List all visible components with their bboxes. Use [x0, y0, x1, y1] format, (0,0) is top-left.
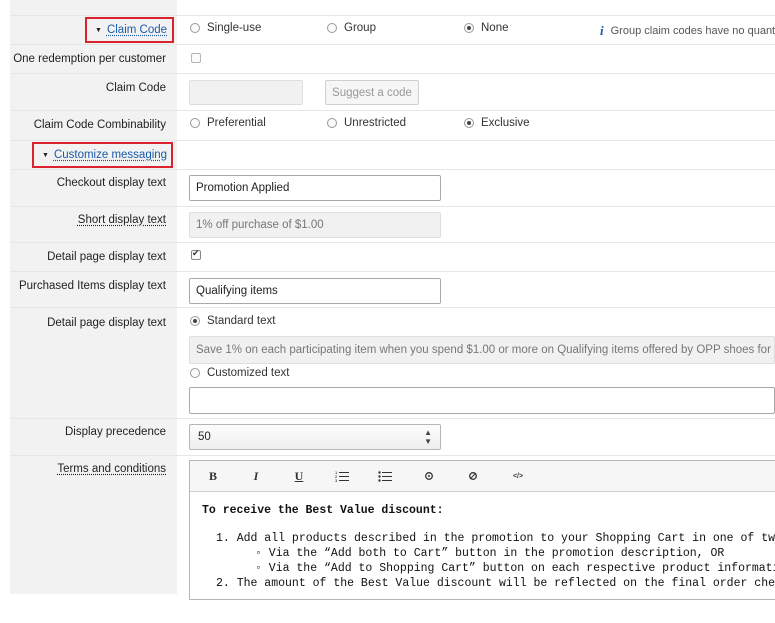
- claim-code-section-toggle[interactable]: ▼ Claim Code: [85, 17, 174, 43]
- radio-dot: [190, 23, 200, 33]
- customized-text-radio[interactable]: Customized text: [190, 367, 289, 379]
- row-divider: [10, 206, 775, 207]
- radio-dot: [190, 368, 200, 378]
- claim-type-single-use-radio[interactable]: Single-use: [190, 22, 261, 34]
- claim-type-none-radio[interactable]: None: [464, 22, 509, 34]
- one-redemption-label: One redemption per customer: [13, 53, 166, 65]
- bullet-list-icon: [378, 471, 392, 482]
- claim-code-label: Claim Code: [105, 82, 166, 94]
- radio-dot-selected: [190, 316, 200, 326]
- radio-dot-selected: [464, 118, 474, 128]
- suggest-code-button[interactable]: Suggest a code: [325, 80, 419, 105]
- ordered-list-button[interactable]: 123: [331, 466, 353, 486]
- info-text: Group claim codes have no quantity: [610, 25, 775, 37]
- triangle-down-icon: ▼: [95, 26, 102, 34]
- underline-button[interactable]: U: [288, 466, 310, 486]
- underline-icon: U: [294, 468, 304, 483]
- radio-label: Exclusive: [481, 117, 530, 129]
- claim-code-input[interactable]: [189, 80, 303, 105]
- display-precedence-label: Display precedence: [64, 426, 166, 438]
- checkout-display-input[interactable]: Promotion Applied: [189, 175, 441, 201]
- row-divider: [10, 307, 775, 308]
- row-divider: [10, 169, 775, 170]
- terms-rich-text-editor[interactable]: B I U 123 </> To receive the Best Value …: [189, 460, 775, 600]
- short-display-input[interactable]: 1% off purchase of $1.00: [189, 212, 441, 238]
- radio-label: None: [481, 22, 509, 34]
- link-button[interactable]: [418, 466, 440, 486]
- svg-text:3: 3: [335, 478, 338, 482]
- unlink-button[interactable]: [462, 466, 484, 486]
- terms-sub-item: ◦ Via the “Add to Shopping Cart” button …: [255, 562, 775, 575]
- detail-page-text-label: Detail page display text: [47, 317, 166, 329]
- bold-button[interactable]: B: [202, 466, 224, 486]
- radio-label: Preferential: [207, 117, 266, 129]
- combinability-unrestricted-radio[interactable]: Unrestricted: [327, 117, 406, 129]
- combinability-preferential-radio[interactable]: Preferential: [190, 117, 266, 129]
- customized-text-input[interactable]: [189, 387, 775, 414]
- combinability-exclusive-radio[interactable]: Exclusive: [464, 117, 530, 129]
- display-precedence-value: 50: [198, 431, 211, 443]
- link-icon: [425, 472, 433, 480]
- row-divider: [10, 44, 775, 45]
- terms-label: Terms and conditions: [57, 463, 166, 475]
- row-divider: [10, 140, 775, 141]
- row-divider: [10, 455, 775, 456]
- row-divider: [10, 15, 775, 16]
- html-icon: </>: [512, 472, 524, 480]
- ordered-list-icon: 123: [335, 470, 349, 482]
- radio-dot: [327, 118, 337, 128]
- terms-list-item: 2. The amount of the Best Value discount…: [216, 577, 775, 590]
- standard-text-field[interactable]: Save 1% on each participating item when …: [189, 336, 775, 364]
- radio-label: Unrestricted: [344, 117, 406, 129]
- unlink-icon: [469, 472, 477, 480]
- standard-text-radio[interactable]: Standard text: [190, 315, 275, 327]
- editor-toolbar: B I U 123 </>: [190, 461, 775, 492]
- row-divider: [10, 418, 775, 419]
- radio-dot: [327, 23, 337, 33]
- radio-label: Single-use: [207, 22, 262, 34]
- detail-page-checkbox-label: Detail page display text: [47, 251, 166, 263]
- one-redemption-checkbox[interactable]: [191, 53, 201, 63]
- row-divider: [10, 110, 775, 111]
- combinability-label: Claim Code Combinability: [33, 119, 166, 131]
- terms-heading: To receive the Best Value discount:: [202, 504, 444, 517]
- italic-icon: I: [253, 468, 259, 483]
- radio-label: Group: [344, 22, 376, 34]
- radio-label: Customized text: [207, 367, 290, 379]
- html-source-button[interactable]: </>: [507, 466, 529, 486]
- terms-list-item: 1. Add all products described in the pro…: [216, 532, 775, 545]
- customize-messaging-section-toggle[interactable]: ▼ Customize messaging: [32, 142, 173, 168]
- radio-dot: [190, 118, 200, 128]
- claim-type-group-radio[interactable]: Group: [327, 22, 376, 34]
- triangle-down-icon: ▼: [42, 151, 49, 159]
- terms-sub-item: ◦ Via the “Add both to Cart” button in t…: [255, 547, 725, 560]
- italic-button[interactable]: I: [245, 466, 267, 486]
- radio-label: Standard text: [207, 315, 276, 327]
- bullet-list-button[interactable]: [374, 466, 396, 486]
- purchased-items-input[interactable]: Qualifying items: [189, 278, 441, 304]
- detail-page-checkbox[interactable]: [191, 248, 201, 260]
- checkout-display-label: Checkout display text: [56, 177, 166, 189]
- claim-code-section-label: Claim Code: [106, 24, 168, 36]
- display-precedence-select[interactable]: 50 ▲ ▼: [189, 424, 441, 450]
- info-icon: i: [600, 23, 604, 38]
- row-divider: [10, 271, 775, 272]
- radio-dot-selected: [464, 23, 474, 33]
- claim-code-info-note: i Group claim codes have no quantity: [600, 23, 775, 39]
- bold-icon: B: [208, 468, 217, 483]
- short-display-label: Short display text: [77, 214, 166, 226]
- row-divider: [10, 73, 775, 74]
- chevron-updown-icon: ▲ ▼: [424, 428, 432, 446]
- row-divider: [10, 242, 775, 243]
- purchased-items-label: Purchased Items display text: [18, 280, 166, 292]
- customize-messaging-section-label: Customize messaging: [53, 149, 168, 161]
